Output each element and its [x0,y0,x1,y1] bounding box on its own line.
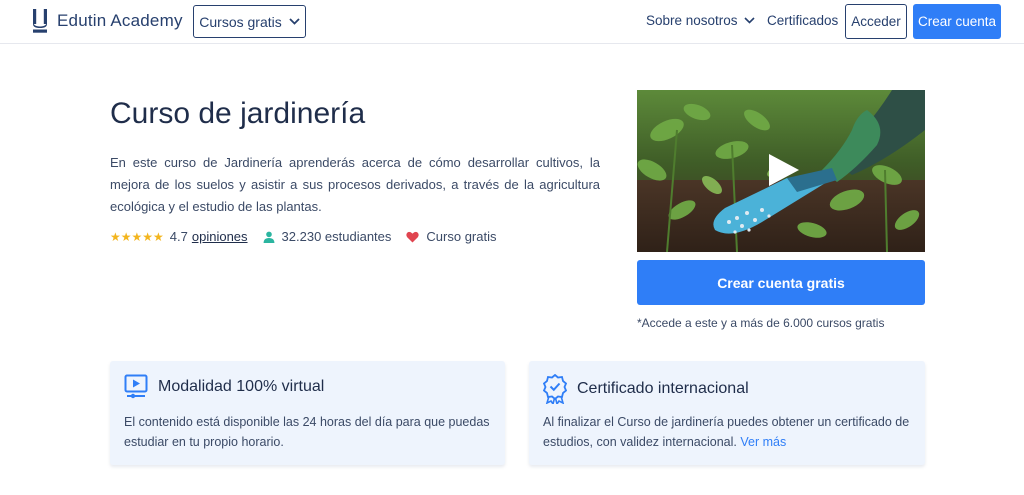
video-lesson-icon [124,374,148,399]
create-free-account-button[interactable]: Crear cuenta gratis [637,260,925,305]
feature-card-certificate: Certificado internacional Al finalizar e… [529,361,925,465]
course-description: En este curso de Jardinería aprenderás a… [110,155,600,214]
course-meta: ★★★★★ 4.7 opiniones 32.230 estudiantes C… [110,229,511,244]
login-button[interactable]: Acceder [845,4,907,39]
signup-button[interactable]: Crear cuenta [913,4,1001,39]
edutin-logo-icon [33,9,47,33]
course-title: Curso de jardinería [110,97,366,130]
top-navigation-bar: Edutin Academy Cursos gratis Sobre nosot… [0,0,1024,44]
price-label: Curso gratis [426,229,497,244]
chevron-down-icon [743,17,755,24]
play-icon[interactable] [767,152,801,188]
nav-about-dropdown[interactable]: Sobre nosotros [646,13,755,28]
cta-note: *Accede a este y a más de 6.000 cursos g… [637,316,885,330]
feature-title: Modalidad 100% virtual [158,378,325,395]
student-icon [263,231,274,243]
heart-icon [406,231,420,242]
feature-card-header: Certificado internacional [543,374,749,404]
see-more-link[interactable]: Ver más [740,435,786,449]
rating-value: 4.7 [169,229,188,244]
price-badge: Curso gratis [406,229,496,244]
reviews-link[interactable]: opiniones [192,229,248,244]
brand-logo-link[interactable]: Edutin Academy [33,9,183,33]
certificate-badge-icon [543,374,567,404]
chevron-down-icon [289,18,300,25]
course-video-thumbnail[interactable] [637,90,925,252]
feature-title: Certificado internacional [577,380,749,397]
feature-text-body: Al finalizar el Curso de jardinería pued… [543,415,910,449]
students-label: 32.230 estudiantes [281,229,392,244]
nav-about-label: Sobre nosotros [646,13,738,28]
feature-text: Al finalizar el Curso de jardinería pued… [543,412,915,452]
rating-stars-icon: ★★★★★ [110,229,164,244]
students-count: 32.230 estudiantes [263,229,392,244]
courses-dropdown[interactable]: Cursos gratis [193,5,306,38]
brand-name: Edutin Academy [57,11,183,30]
nav-certificates-link[interactable]: Certificados [767,13,838,28]
courses-dropdown-label: Cursos gratis [199,13,282,30]
feature-card-virtual: Modalidad 100% virtual El contenido está… [110,361,505,465]
feature-card-header: Modalidad 100% virtual [124,374,324,400]
feature-text: El contenido está disponible las 24 hora… [124,415,490,449]
